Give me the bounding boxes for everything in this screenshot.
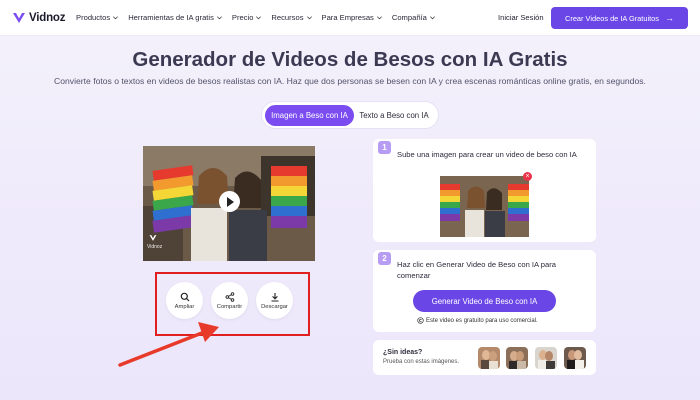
chevron-down-icon	[256, 16, 262, 20]
watermark-logo-icon	[149, 235, 157, 241]
share-label: Compartir	[216, 303, 243, 310]
ideas-subtitle: Prueba con estas imágenes.	[383, 359, 460, 365]
menu-label: Recursos	[271, 13, 304, 22]
step-2-text: Haz clic en Generar Video de Beso con IA…	[397, 260, 557, 280]
generate-kiss-video-button[interactable]: Generar Video de Beso con IA	[413, 290, 556, 312]
chevron-down-icon	[113, 16, 119, 20]
menu-compania[interactable]: Compañía	[392, 13, 436, 22]
vidnoz-logo-icon	[13, 12, 25, 23]
share-icon	[225, 291, 234, 302]
sample-image-4[interactable]	[564, 347, 586, 369]
chevron-down-icon	[429, 16, 435, 20]
page-title: Generador de Videos de Besos con IA Grat…	[132, 48, 568, 71]
sample-image-2-picture	[506, 347, 528, 369]
remove-image-icon[interactable]: ×	[523, 172, 532, 181]
uploaded-image[interactable]	[440, 176, 529, 237]
step-1-text: Sube una imagen para crear un video de b…	[397, 150, 577, 159]
menu-label: Compañía	[391, 13, 427, 22]
menu-label: Para Empresas	[321, 13, 374, 22]
copyright-icon	[417, 317, 424, 324]
enlarge-label: Ampliar	[174, 303, 195, 310]
login-link[interactable]: Iniciar Sesión	[498, 13, 544, 22]
enlarge-button[interactable]: Ampliar	[166, 282, 203, 319]
download-button[interactable]: Descargar	[256, 282, 293, 319]
ideas-title: ¿Sin ideas?	[383, 349, 423, 356]
sample-image-3-picture	[535, 347, 557, 369]
chevron-down-icon	[306, 16, 312, 20]
page-subtitle: Convierte fotos o textos en videos de be…	[54, 76, 646, 86]
download-label: Descargar	[261, 303, 288, 310]
menu-herramientas[interactable]: Herramientas de IA gratis	[128, 13, 223, 22]
cta-label: Crear Videos de IA Gratuitos	[565, 13, 659, 23]
arrow-right-icon: →	[664, 13, 674, 23]
menu-recursos[interactable]: Recursos	[271, 13, 312, 22]
step-2-badge: 2	[378, 252, 391, 265]
sample-image-1[interactable]	[478, 347, 500, 369]
commercial-use-text: Este video es gratuito para uso comercia…	[426, 317, 538, 324]
video-preview[interactable]: Vidnoz	[143, 146, 315, 261]
menu-label: Productos	[76, 13, 111, 22]
create-free-videos-button[interactable]: Crear Videos de IA Gratuitos →	[551, 7, 688, 29]
menu-precio[interactable]: Precio	[232, 13, 263, 22]
menu-label: Herramientas de IA gratis	[128, 13, 214, 22]
step-1-badge: 1	[378, 141, 391, 154]
sample-image-1-picture	[478, 347, 500, 369]
uploaded-image-thumbnail	[440, 176, 529, 237]
mode-tabs: Imagen a Beso con IA Texto a Beso con IA	[261, 101, 439, 129]
tab-image-to-kiss[interactable]: Imagen a Beso con IA	[265, 104, 354, 126]
download-icon	[271, 292, 278, 302]
sample-image-4-picture	[564, 347, 586, 369]
sample-image-2[interactable]	[506, 347, 528, 369]
sample-image-3[interactable]	[535, 347, 557, 369]
logo[interactable]: Vidnoz	[12, 11, 68, 25]
play-icon	[227, 196, 234, 207]
play-button[interactable]	[219, 191, 240, 212]
menu-label: Precio	[231, 13, 254, 22]
watermark-text: Vidnoz	[147, 244, 163, 250]
main-menu: Productos Herramientas de IA gratis Prec…	[76, 13, 445, 22]
chevron-down-icon	[216, 16, 222, 20]
share-button[interactable]: Compartir	[211, 282, 248, 319]
search-icon	[180, 292, 189, 301]
chevron-down-icon	[376, 16, 382, 20]
tab-text-to-kiss[interactable]: Texto a Beso con IA	[354, 105, 434, 126]
logo-text: Vidnoz	[29, 11, 66, 24]
top-navbar: Vidnoz Productos Herramientas de IA grat…	[0, 0, 700, 36]
menu-productos[interactable]: Productos	[76, 13, 119, 22]
commercial-use-note: Este video es gratuito para uso comercia…	[417, 317, 538, 324]
menu-para-empresas[interactable]: Para Empresas	[322, 13, 383, 22]
